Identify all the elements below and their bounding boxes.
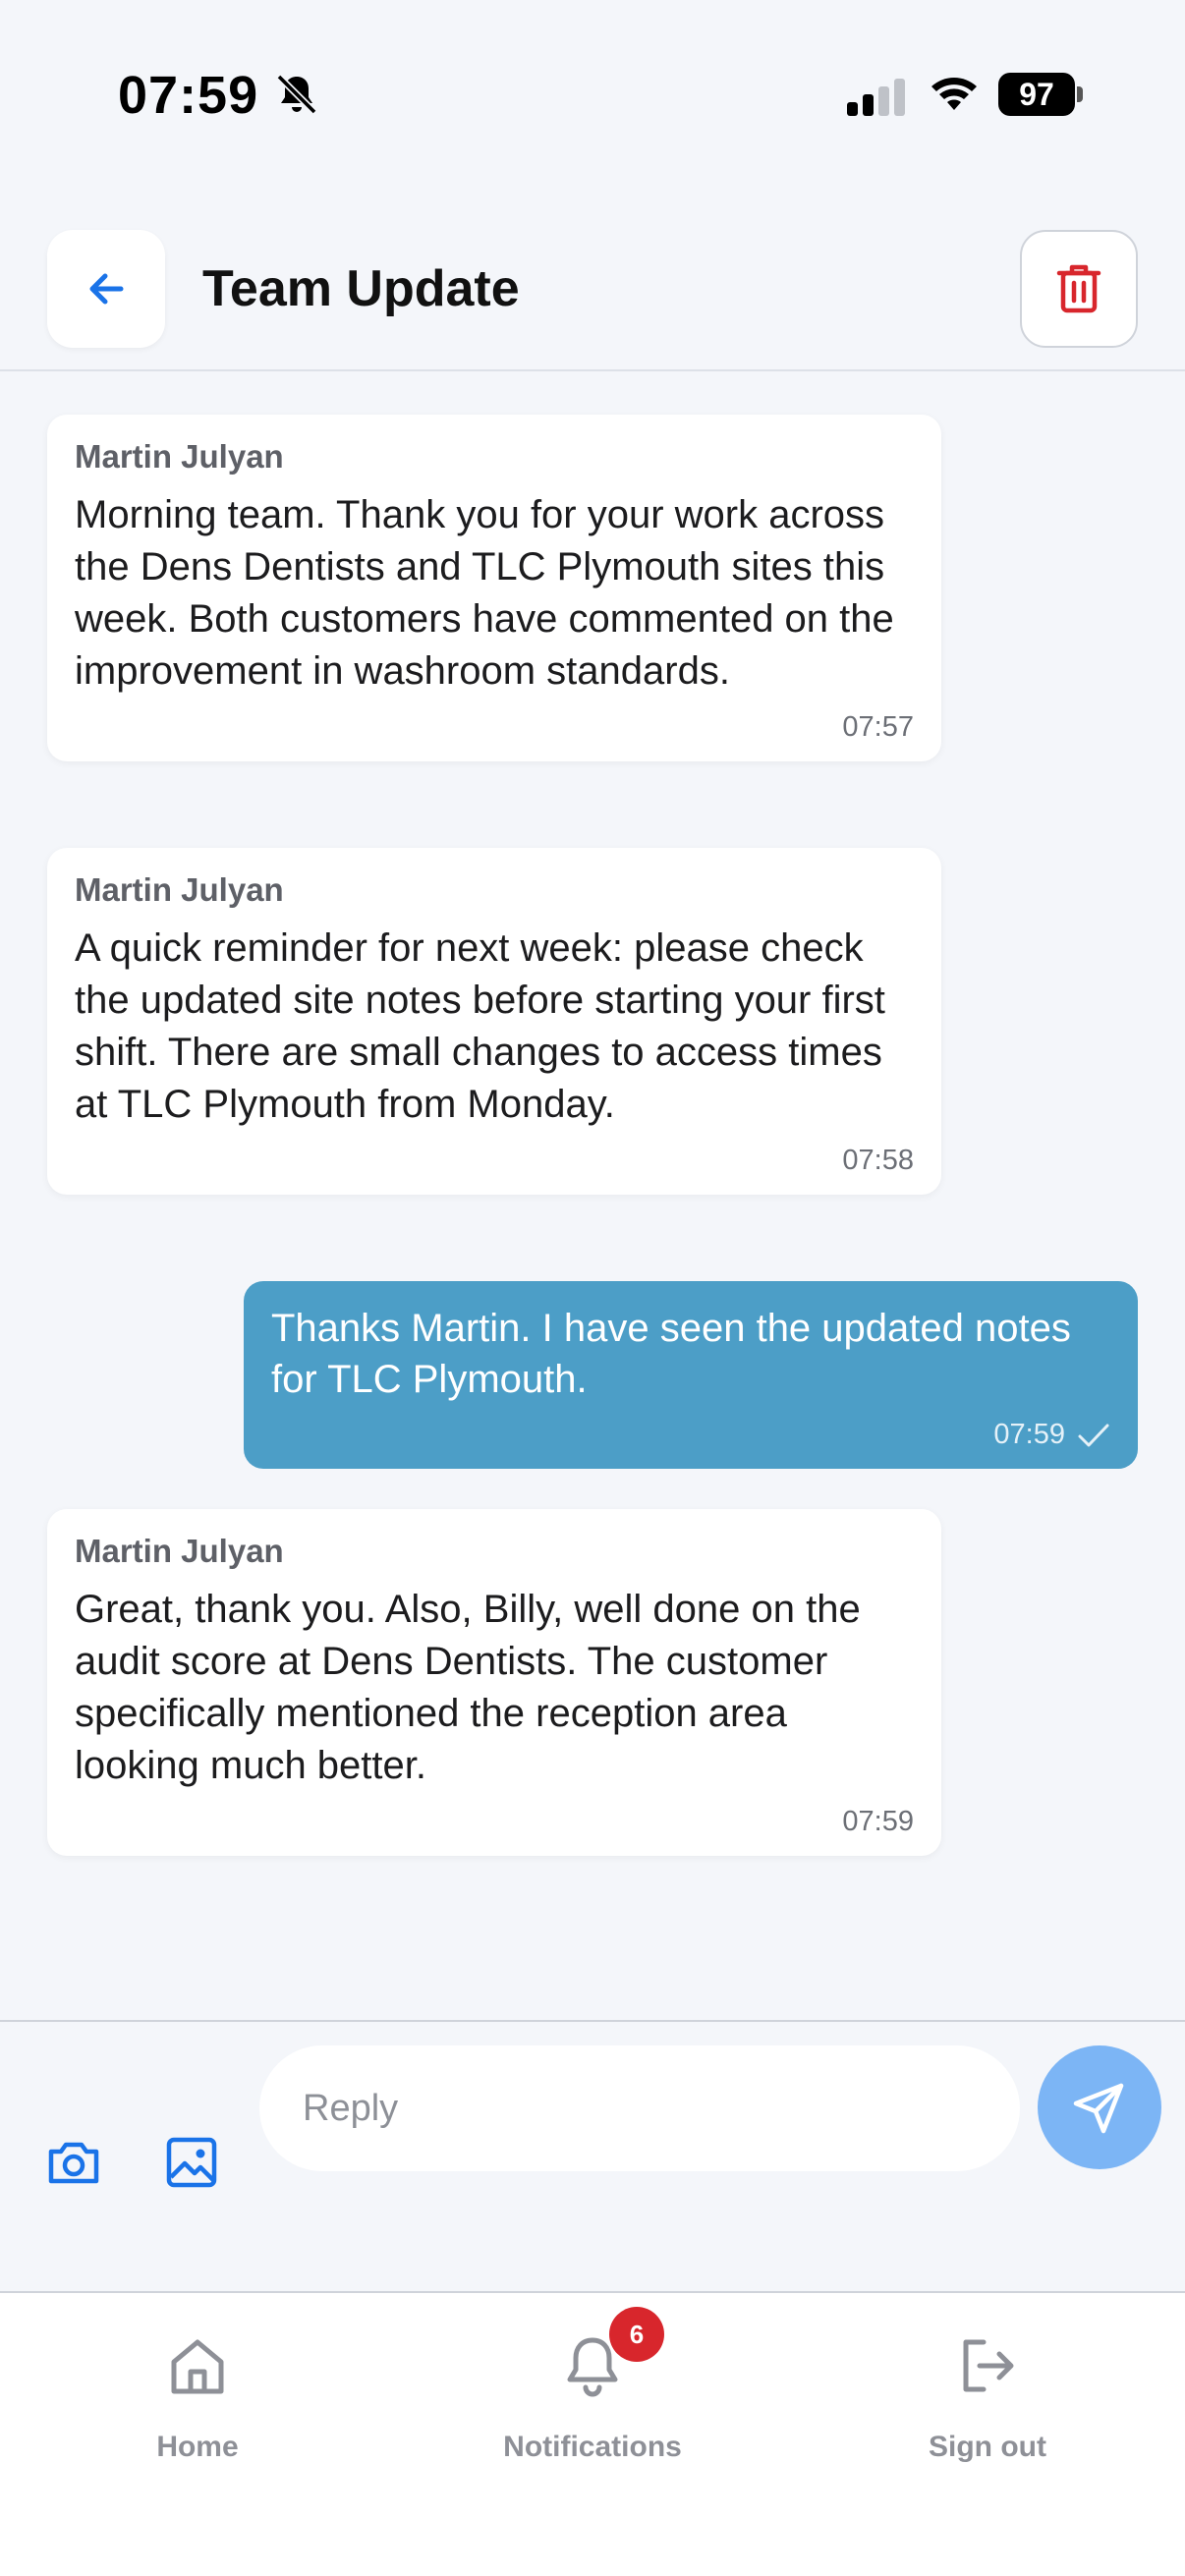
message-text: Thanks Martin. I have seen the updated n… — [271, 1307, 1071, 1401]
tab-sign-out[interactable]: Sign out — [790, 2293, 1185, 2490]
tab-home[interactable]: Home — [0, 2293, 395, 2490]
send-button[interactable] — [1038, 2045, 1161, 2169]
message-text: Morning team. Thank you for your work ac… — [75, 493, 894, 693]
tab-label: Home — [156, 2431, 239, 2463]
message-sender: Martin Julyan — [75, 1533, 284, 1569]
trash-icon — [1056, 264, 1101, 313]
message-time: 07:58 — [842, 1145, 914, 1176]
send-icon — [1073, 2083, 1124, 2134]
tab-label: Sign out — [929, 2431, 1046, 2463]
message-text: Great, thank you. Also, Billy, well done… — [75, 1588, 861, 1787]
arrow-left-icon — [89, 273, 124, 305]
message-bubble-outgoing: Thanks Martin. I have seen the updated n… — [244, 1281, 1138, 1469]
wifi-icon — [931, 78, 977, 110]
reply-input[interactable] — [259, 2045, 1020, 2171]
status-bar: 07:59 97 — [0, 0, 1185, 187]
delete-button[interactable] — [1020, 230, 1138, 348]
message-composer — [0, 2020, 1185, 2291]
signal-icon — [847, 79, 905, 116]
check-icon — [1078, 1424, 1109, 1446]
tab-label: Notifications — [503, 2431, 682, 2463]
battery-icon: 97 — [998, 73, 1083, 116]
chat-header: Team Update — [0, 224, 1185, 371]
bottom-tab-bar: Home 6 Notifications Sign out — [0, 2291, 1185, 2576]
battery-level: 97 — [1019, 77, 1054, 112]
page-title: Team Update — [202, 260, 520, 317]
sign-out-icon — [963, 2339, 1014, 2392]
image-icon[interactable] — [163, 2132, 222, 2193]
message-sender: Martin Julyan — [75, 438, 284, 475]
message-bubble-incoming: Martin Julyan Great, thank you. Also, Bi… — [47, 1509, 941, 1856]
message-time: 07:59 — [842, 1806, 914, 1837]
home-icon — [171, 2339, 224, 2394]
message-time: 07:57 — [842, 711, 914, 743]
bell-slash-icon — [276, 74, 317, 115]
message-bubble-incoming: Martin Julyan Morning team. Thank you fo… — [47, 415, 941, 761]
notifications-badge: 6 — [609, 2307, 664, 2362]
message-bubble-incoming: Martin Julyan A quick reminder for next … — [47, 848, 941, 1195]
back-button[interactable] — [47, 230, 165, 348]
chat-screen: 07:59 97 Team Update Martin Julyan Morni… — [0, 0, 1185, 2576]
status-time: 07:59 — [118, 66, 259, 125]
camera-icon[interactable] — [43, 2132, 104, 2193]
tab-notifications[interactable]: 6 Notifications — [395, 2293, 790, 2490]
message-text: A quick reminder for next week: please c… — [75, 926, 885, 1126]
message-time: 07:59 — [993, 1419, 1065, 1450]
message-sender: Martin Julyan — [75, 871, 284, 908]
message-meta: 07:59 — [271, 1419, 1110, 1451]
